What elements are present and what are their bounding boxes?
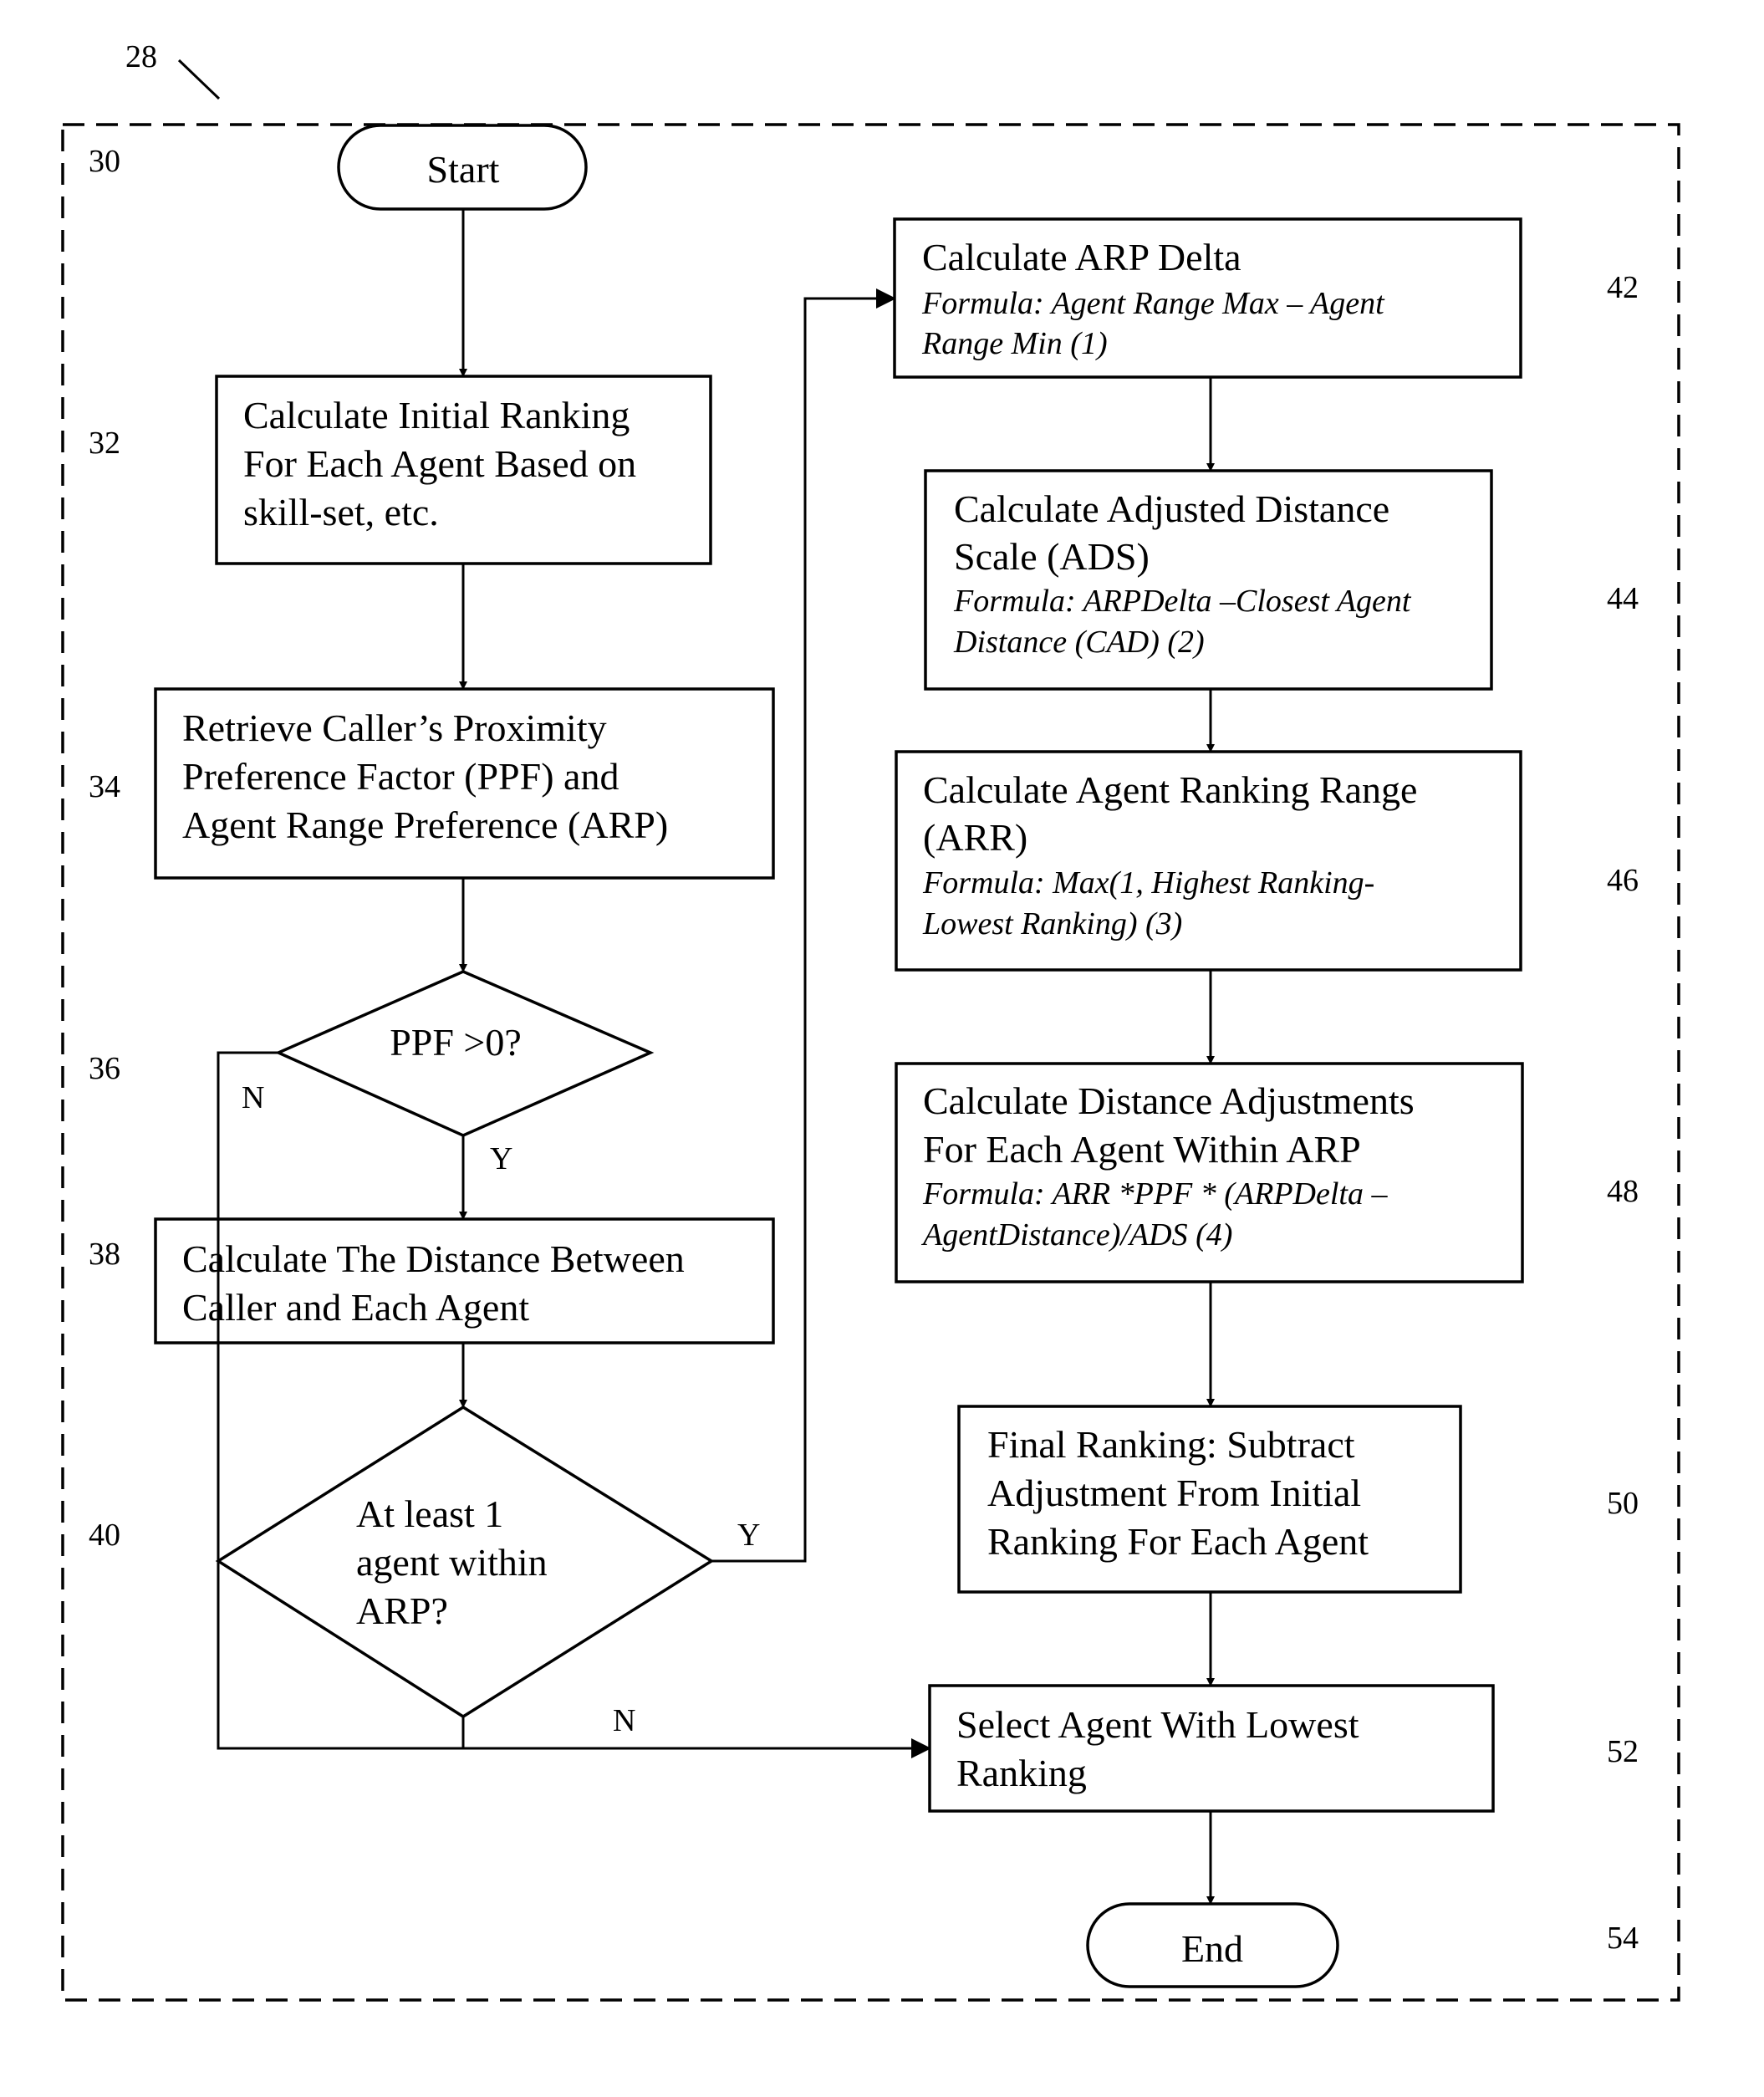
arr-box: Calculate Agent Ranking Range (ARR) Form…	[895, 750, 1522, 972]
ref-number-36: 36	[89, 1051, 120, 1086]
ref-number-38: 38	[89, 1237, 120, 1272]
ref-number-46: 46	[1607, 863, 1639, 898]
flowchart: 28 30 32 34 36 38 40 42 44 46 48 50 52 5…	[61, 39, 1680, 2002]
label-ppf-yes: Y	[490, 1141, 512, 1176]
start-terminator: Start	[337, 124, 588, 211]
ads-box: Calculate Adjusted Distance Scale (ADS) …	[924, 469, 1493, 691]
label-ppf-no: N	[242, 1080, 264, 1115]
ref-number-48: 48	[1607, 1174, 1639, 1209]
ref-number-40: 40	[89, 1518, 120, 1553]
figure-ref-label: 28	[125, 39, 157, 74]
start-label: Start	[427, 148, 500, 191]
end-terminator: End	[1086, 1902, 1339, 1988]
end-label: End	[1181, 1927, 1243, 1970]
ref-number-32: 32	[89, 426, 120, 461]
figure-ref-leader-line	[177, 59, 221, 100]
final-ranking-text: Final Ranking: Subtract Adjustment From …	[987, 1423, 1371, 1563]
agent-within-arp-diamond: At least 1 agent within ARP?	[215, 1405, 715, 1719]
select-agent-box: Select Agent With Lowest Ranking	[928, 1684, 1495, 1813]
calc-distance-box: Calculate The Distance Between Caller an…	[154, 1217, 775, 1344]
ref-number-54: 54	[1607, 1921, 1639, 1956]
ref-number-34: 34	[89, 769, 120, 804]
ref-number-30: 30	[89, 144, 120, 179]
connector-within-yes	[711, 288, 896, 1563]
arp-delta-box: Calculate ARP Delta Formula: Agent Range…	[893, 217, 1522, 379]
ppf-decision-text: PPF >0?	[390, 1021, 522, 1064]
retrieve-ppf-arp-text: Retrieve Caller’s Proximity Preference F…	[182, 707, 668, 846]
final-ranking-box: Final Ranking: Subtract Adjustment From …	[957, 1405, 1462, 1594]
distance-adjustments-box: Calculate Distance Adjustments For Each …	[895, 1062, 1524, 1283]
label-within-no: N	[613, 1703, 635, 1738]
arp-delta-title: Calculate ARP Delta	[922, 236, 1241, 278]
label-within-yes: Y	[737, 1518, 760, 1553]
ref-number-50: 50	[1607, 1486, 1639, 1521]
ref-number-44: 44	[1607, 581, 1639, 616]
ref-number-42: 42	[1607, 270, 1639, 305]
ref-number-52: 52	[1607, 1734, 1639, 1769]
ppf-decision-diamond: PPF >0?	[274, 970, 655, 1137]
initial-ranking-box: Calculate Initial Ranking For Each Agent…	[215, 375, 712, 565]
retrieve-ppf-arp-box: Retrieve Caller’s Proximity Preference F…	[154, 687, 775, 880]
